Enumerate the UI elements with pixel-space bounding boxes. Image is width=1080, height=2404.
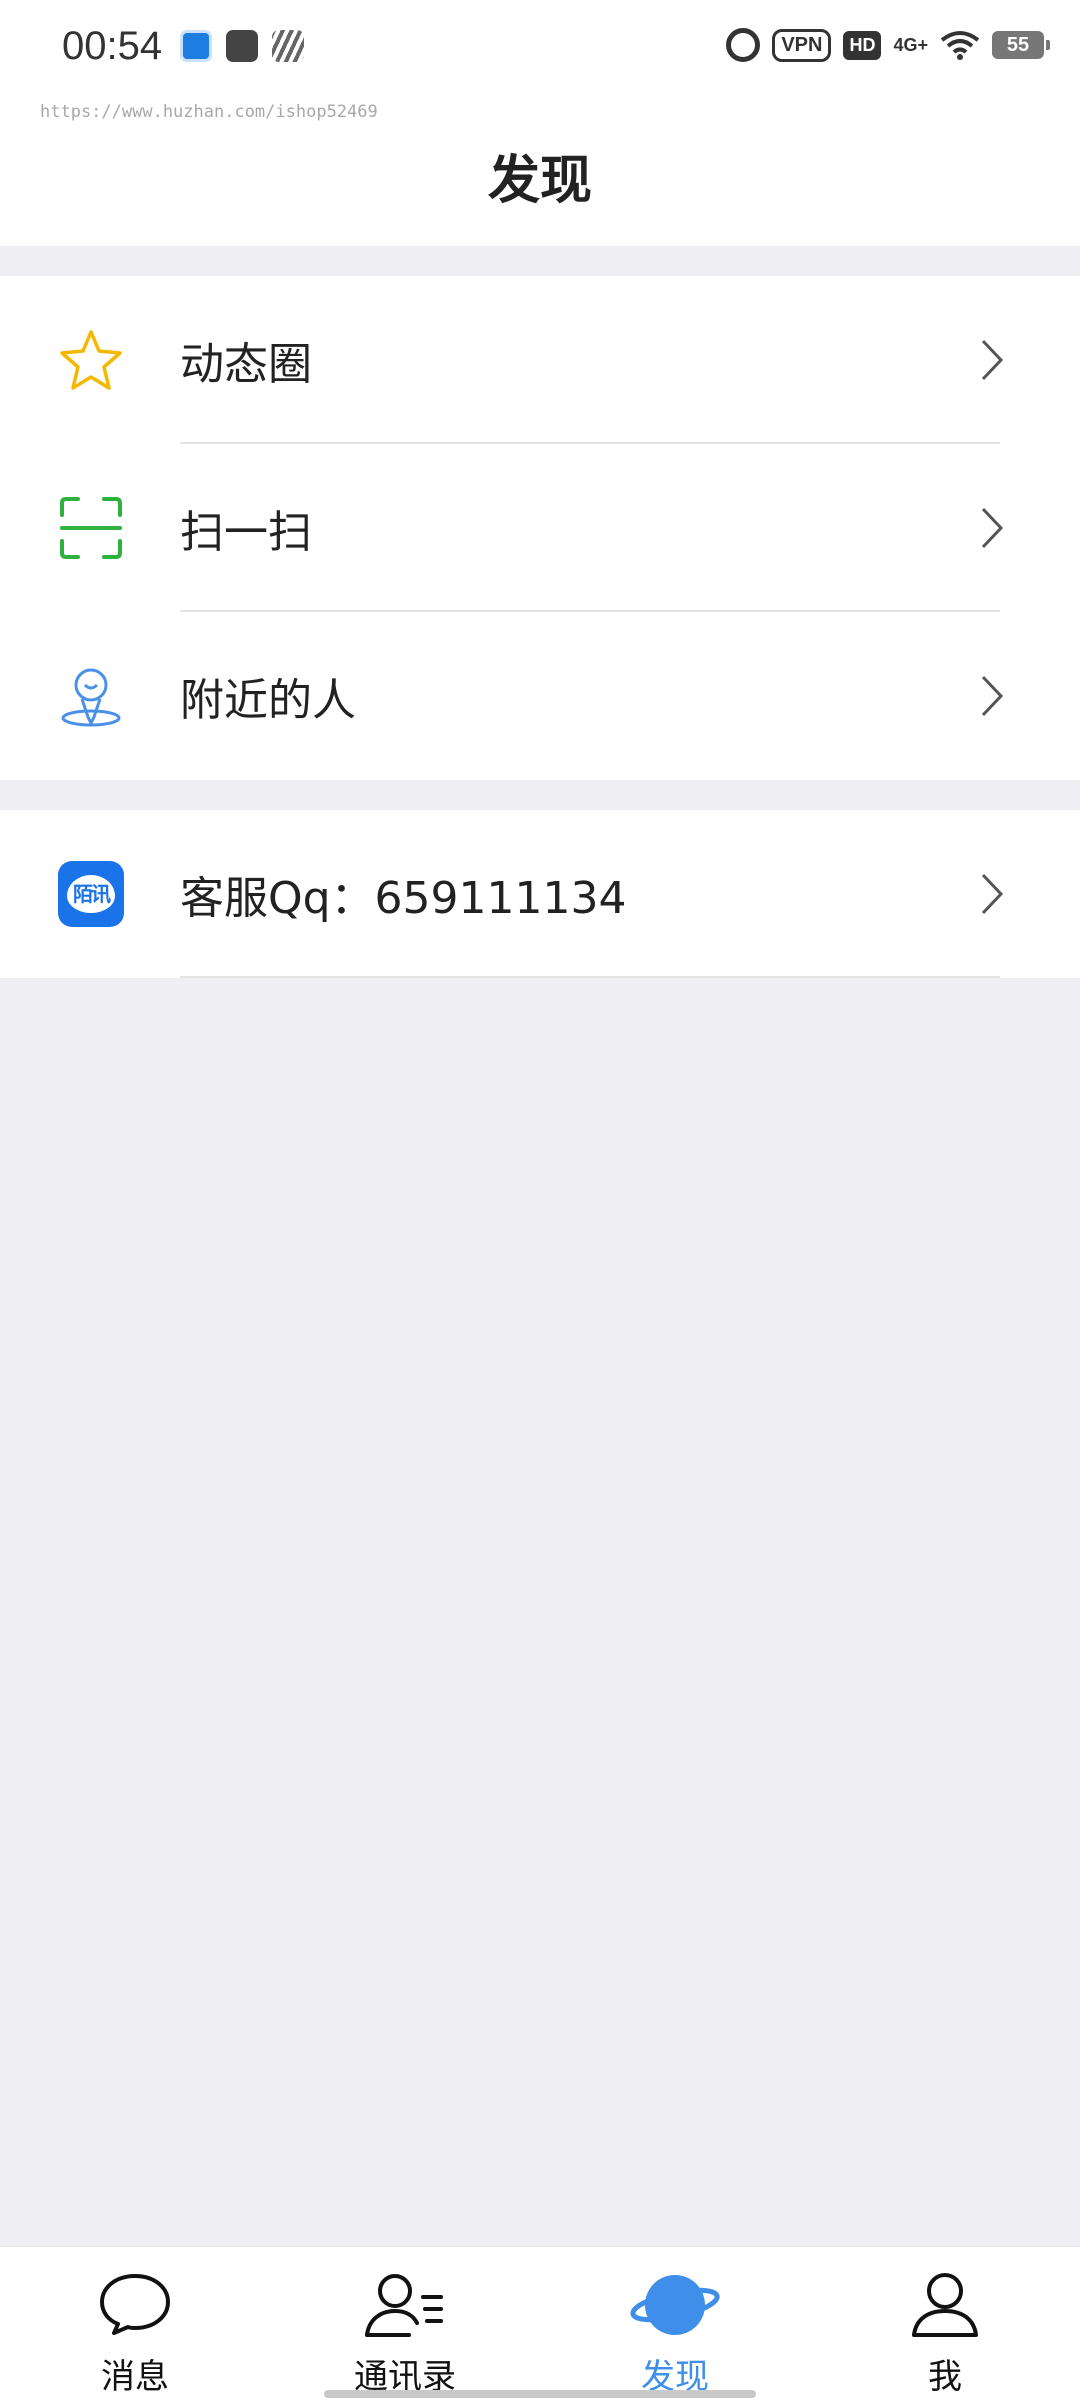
wifi-icon bbox=[940, 31, 980, 60]
star-icon bbox=[60, 330, 122, 390]
nearby-person-icon bbox=[61, 668, 121, 727]
discover-group-support: 陌讯 客服Qq：659111134 bbox=[0, 810, 1080, 978]
notification-icons bbox=[180, 30, 304, 62]
menu-item-customer-service[interactable]: 陌讯 客服Qq：659111134 bbox=[0, 810, 1080, 978]
contacts-icon bbox=[365, 2274, 443, 2337]
chat-bubble-icon bbox=[100, 2274, 170, 2335]
app-notification-icon bbox=[180, 30, 212, 62]
chevron-right-icon bbox=[981, 873, 1004, 915]
planet-icon bbox=[630, 2275, 720, 2335]
scan-icon bbox=[60, 497, 122, 559]
page-title: 发现 bbox=[487, 151, 592, 211]
menu-item-scan[interactable]: 扫一扫 bbox=[0, 444, 1080, 612]
tab-me[interactable]: 我 bbox=[855, 2247, 1035, 2404]
tab-label: 消息 bbox=[101, 2357, 169, 2397]
menu-item-label: 动态圈 bbox=[180, 339, 312, 390]
gallery-notification-icon bbox=[226, 30, 258, 62]
person-icon bbox=[912, 2273, 978, 2337]
tab-discover[interactable]: 发现 bbox=[585, 2247, 765, 2404]
status-bar: 00:54 VPN HD 4G+ 55 bbox=[0, 0, 1080, 100]
chevron-right-icon bbox=[981, 339, 1004, 381]
app-logo-text: 陌讯 bbox=[67, 875, 115, 913]
discover-group-main: 动态圈 扫一扫 附近的人 bbox=[0, 276, 1080, 780]
bottom-tab-bar: 消息 通讯录 发现 我 bbox=[0, 2246, 1080, 2404]
status-time: 00:54 bbox=[62, 24, 163, 68]
network-indicator: 4G+ bbox=[893, 35, 928, 55]
menu-item-label: 扫一扫 bbox=[180, 507, 312, 558]
system-indicators: VPN HD 4G+ 55 bbox=[726, 28, 1050, 62]
menu-item-nearby[interactable]: 附近的人 bbox=[0, 612, 1080, 780]
home-indicator bbox=[324, 2390, 756, 2398]
watermark: https://www.huzhan.com/ishop52469 bbox=[40, 102, 378, 122]
chevron-right-icon bbox=[981, 507, 1004, 549]
battery-indicator: 55 bbox=[992, 31, 1050, 59]
tab-label: 我 bbox=[928, 2357, 962, 2397]
alarm-icon bbox=[726, 28, 761, 62]
tab-contacts[interactable]: 通讯录 bbox=[315, 2247, 495, 2404]
tab-messages[interactable]: 消息 bbox=[45, 2247, 225, 2404]
menu-item-moments[interactable]: 动态圈 bbox=[0, 276, 1080, 444]
vpn-badge: VPN bbox=[772, 28, 832, 62]
hd-badge: HD bbox=[843, 30, 882, 60]
app-logo-icon: 陌讯 bbox=[58, 861, 124, 927]
stripes-notification-icon bbox=[272, 30, 304, 62]
divider bbox=[180, 976, 1000, 978]
menu-item-label: 附近的人 bbox=[180, 675, 356, 726]
chevron-right-icon bbox=[981, 675, 1004, 717]
menu-item-label: 客服Qq：659111134 bbox=[180, 873, 627, 924]
